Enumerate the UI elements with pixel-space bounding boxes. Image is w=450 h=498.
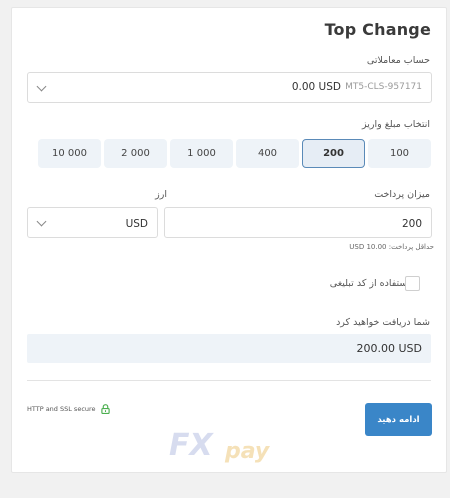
form-title: Top Change — [324, 20, 431, 39]
payment-label: میزان پرداخت — [374, 189, 430, 200]
promo-code-checkbox[interactable] — [405, 276, 420, 291]
amount-option-2000[interactable]: 2 000 — [104, 139, 167, 168]
currency-label: ارز — [155, 189, 167, 200]
currency-value: USD — [125, 218, 148, 230]
amount-option-100[interactable]: 100 — [368, 139, 431, 168]
chevron-down-icon — [36, 216, 47, 226]
divider — [27, 380, 431, 381]
payment-amount-input[interactable]: 200 — [164, 207, 432, 238]
amount-option-1000[interactable]: 1 000 — [170, 139, 233, 168]
payment-amount-value: 200 — [401, 218, 422, 230]
amount-label: انتخاب مبلغ واریز — [361, 119, 430, 130]
amount-option-400[interactable]: 400 — [236, 139, 299, 168]
svg-text:pay: pay — [224, 439, 271, 464]
chevron-down-icon — [36, 81, 47, 91]
svg-text:FX: FX — [169, 428, 214, 463]
amount-option-10000[interactable]: 10 000 — [38, 139, 101, 168]
amount-option-200[interactable]: 200 — [302, 139, 365, 168]
fxpay-watermark-logo: FX pay — [169, 428, 271, 464]
continue-button[interactable]: ادامه دهید — [365, 403, 432, 436]
amount-options: 100 200 400 1 000 2 000 10 000 — [25, 139, 431, 168]
account-number: MT5-CLS-957171 — [345, 82, 422, 92]
account-label: حساب معاملاتی — [366, 55, 430, 66]
receive-amount-box: 200.00 USD — [27, 334, 431, 363]
currency-select[interactable]: USD — [27, 207, 158, 238]
promo-code-label: استفاده از کد تبلیغی — [329, 278, 410, 289]
lock-icon — [100, 404, 110, 414]
receive-label: شما دریافت خواهید کرد — [336, 317, 430, 328]
account-select[interactable]: 0.00 USD MT5-CLS-957171 — [27, 72, 432, 103]
receive-amount-value: 200.00 USD — [356, 342, 423, 355]
secure-text: HTTP and SSL secure — [27, 405, 96, 413]
secure-indicator: HTTP and SSL secure — [27, 404, 110, 414]
minimum-payment-note: حداقل پرداخت: 10.00 USD — [349, 243, 434, 251]
account-balance: 0.00 USD — [291, 81, 341, 93]
